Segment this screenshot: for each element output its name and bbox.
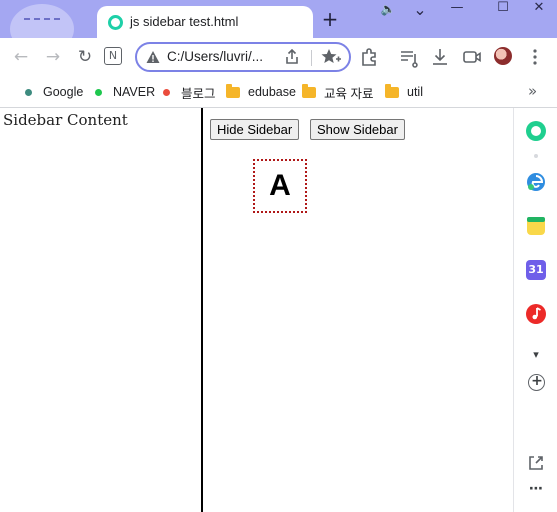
page-viewport: Sidebar Content Hide Sidebar Show Sideba… — [0, 108, 513, 512]
add-app-label: + — [531, 373, 543, 389]
page-main-area: Hide Sidebar Show Sidebar A — [203, 108, 513, 512]
home-button[interactable]: N — [104, 47, 122, 65]
sidebar-content-text: Sidebar Content — [3, 111, 128, 129]
reload-button[interactable]: ↻ — [73, 45, 97, 69]
bookmark-label: util — [407, 85, 423, 99]
browser-toolbar: ← → ↻ N C:/Users/luvri/... — [0, 38, 557, 76]
address-bar[interactable]: C:/Users/luvri/... — [135, 42, 351, 72]
volume-icon[interactable]: 🔈 — [373, 2, 403, 22]
bookmark-blog[interactable]: 블로그 — [163, 84, 216, 101]
video-camera-icon[interactable] — [461, 46, 483, 68]
browser-side-panel: 31 ▾ + ⋯ — [513, 108, 557, 512]
extensions-puzzle-icon[interactable] — [358, 46, 380, 68]
show-sidebar-button[interactable]: Show Sidebar — [310, 119, 405, 140]
edge-browser-icon[interactable] — [526, 172, 546, 192]
folder-icon — [385, 83, 399, 98]
side-panel-collapse-icon[interactable]: ▾ — [526, 348, 546, 361]
bookmark-label: edubase — [248, 85, 296, 99]
bookmark-label: 블로그 — [181, 86, 216, 101]
bookmark-folder-edu-materials[interactable]: 교육 자료 — [302, 83, 374, 101]
more-menu-icon[interactable] — [524, 46, 546, 68]
bookmark-naver[interactable]: NAVER — [95, 84, 155, 100]
tab-favicon-icon — [108, 15, 123, 30]
url-text[interactable]: C:/Users/luvri/... — [167, 49, 263, 64]
close-button[interactable]: ✕ — [524, 0, 554, 20]
back-button[interactable]: ← — [9, 45, 33, 69]
blog-favicon-icon — [163, 88, 170, 96]
bookmarks-bar: Google NAVER 블로그 edubase 교육 자료 util » — [0, 76, 557, 108]
side-panel-more-icon[interactable]: ⋯ — [526, 481, 546, 497]
notes-icon[interactable] — [526, 216, 546, 236]
bookmark-google[interactable]: Google — [25, 84, 83, 100]
naver-favicon-icon — [95, 88, 102, 96]
calendar-number: 31 — [528, 263, 544, 276]
minimize-button[interactable]: — — [442, 0, 472, 20]
share-icon[interactable] — [282, 47, 302, 67]
bookmark-folder-edubase[interactable]: edubase — [226, 83, 296, 100]
browser-tab[interactable]: js sidebar test.html — [97, 6, 313, 40]
box-a: A — [253, 159, 307, 213]
bookmark-label: NAVER — [113, 85, 156, 99]
bookmark-star-icon[interactable] — [320, 47, 342, 67]
folder-icon — [226, 83, 240, 98]
side-panel-divider-dot — [534, 154, 538, 158]
bookmark-folder-util[interactable]: util — [385, 83, 423, 100]
tab-title: js sidebar test.html — [130, 14, 239, 29]
google-favicon-icon — [25, 88, 32, 96]
bookmark-label: Google — [43, 85, 84, 99]
address-bar-divider — [311, 50, 312, 66]
bookmark-label: 교육 자료 — [324, 86, 374, 101]
title-bar: js sidebar test.html + 🔈 ⌄ — ☐ ✕ — [0, 0, 557, 54]
not-secure-warning-icon[interactable] — [146, 50, 160, 64]
open-external-icon[interactable] — [526, 453, 546, 473]
profile-avatar[interactable] — [494, 47, 512, 65]
forward-button[interactable]: → — [41, 45, 65, 69]
tab-search-icon[interactable]: ⌄ — [405, 0, 435, 20]
downloads-icon[interactable] — [429, 46, 451, 68]
reading-list-icon[interactable] — [398, 46, 420, 68]
folder-icon — [302, 83, 316, 98]
hide-sidebar-button[interactable]: Hide Sidebar — [210, 119, 300, 140]
page-sidebar: Sidebar Content — [0, 108, 203, 512]
more-bookmarks-chevron-icon[interactable]: » — [528, 82, 537, 100]
app-ring-icon[interactable] — [526, 121, 546, 141]
maximize-button[interactable]: ☐ — [488, 0, 518, 20]
music-note-icon[interactable] — [526, 304, 546, 324]
new-tab-button[interactable]: + — [320, 9, 340, 30]
